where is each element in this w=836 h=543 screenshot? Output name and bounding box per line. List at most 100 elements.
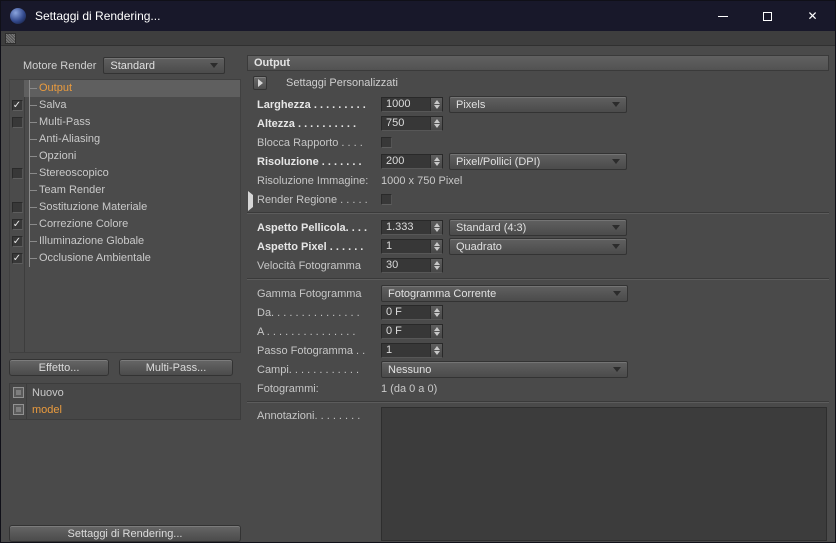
enable-checkbox-cell[interactable] — [10, 199, 24, 216]
chevron-down-icon — [612, 225, 620, 230]
frames-value: 1 (da 0 a 0) — [381, 382, 438, 395]
frame-step-stepper[interactable] — [430, 344, 442, 357]
enable-checkbox[interactable]: ✓ — [11, 219, 23, 230]
frame-step-input[interactable]: 1 — [381, 343, 443, 358]
sidebar-item-label: Team Render — [39, 184, 106, 196]
effect-button[interactable]: Effetto... — [9, 359, 109, 376]
sidebar-item-team-render[interactable]: Team Render — [10, 182, 240, 199]
enable-checkbox-cell[interactable]: ✓ — [10, 97, 24, 114]
width-unit-dropdown[interactable]: Pixels — [449, 96, 627, 113]
enable-checkbox-cell — [10, 182, 24, 199]
enable-checkbox[interactable]: ✓ — [11, 100, 23, 111]
enable-checkbox[interactable] — [11, 117, 23, 128]
render-preset-list: Nuovo model — [9, 383, 241, 420]
separator — [247, 212, 829, 214]
pixel-aspect-stepper[interactable] — [430, 240, 442, 253]
close-button[interactable]: ✕ — [790, 1, 835, 31]
preset-item-nuovo[interactable]: Nuovo — [10, 384, 240, 401]
frame-step-label: Passo Fotogramma . . — [257, 344, 366, 357]
field-resolution: Risoluzione . . . . . . . 200 Pixel/Pollic… — [247, 152, 829, 171]
sidebar-item-illuminazione-globale[interactable]: ✓ Illuminazione Globale — [10, 233, 240, 250]
arrow-up-icon — [433, 223, 440, 227]
sidebar-item-stereoscopico[interactable]: Stereoscopico — [10, 165, 240, 182]
sidebar-item-occlusione-ambientale[interactable]: ✓ Occlusione Ambientale — [10, 250, 240, 267]
width-stepper[interactable] — [430, 98, 442, 111]
enable-checkbox-cell[interactable] — [10, 114, 24, 131]
width-input[interactable]: 1000 — [381, 97, 443, 112]
render-engine-dropdown[interactable]: Standard — [103, 57, 226, 74]
minimize-button[interactable] — [700, 1, 745, 31]
pixel-aspect-unit-dropdown[interactable]: Quadrato — [449, 238, 627, 255]
sidebar-item-label: Salva — [39, 99, 67, 111]
annotations-textarea[interactable] — [381, 407, 827, 541]
from-frame-stepper[interactable] — [430, 306, 442, 319]
to-frame-input[interactable]: 0 F — [381, 324, 443, 339]
field-frame-rate: Velocità Fotogramma 30 — [247, 256, 829, 275]
window-grip-icon[interactable] — [5, 33, 16, 44]
film-aspect-unit-dropdown[interactable]: Standard (4:3) — [449, 219, 627, 236]
film-aspect-stepper[interactable] — [430, 221, 442, 234]
resolution-stepper[interactable] — [430, 155, 442, 168]
sidebar-item-anti-aliasing[interactable]: Anti-Aliasing — [10, 131, 240, 148]
enable-checkbox[interactable] — [11, 168, 23, 179]
resolution-label: Risoluzione . . . . . . . — [257, 155, 362, 168]
custom-settings-expander-button[interactable] — [253, 76, 267, 90]
render-region-expander-button[interactable] — [248, 191, 253, 211]
custom-settings-row: Settaggi Personalizzati — [253, 76, 398, 90]
preset-item-model[interactable]: model — [10, 401, 240, 418]
sidebar-item-label: Correzione Colore — [39, 218, 129, 230]
arrow-up-icon — [433, 346, 440, 350]
height-stepper[interactable] — [430, 117, 442, 130]
enable-checkbox-cell[interactable]: ✓ — [10, 216, 24, 233]
sidebar-item-salva[interactable]: ✓ Salva — [10, 97, 240, 114]
chevron-down-icon — [612, 244, 620, 249]
render-settings-button[interactable]: Settaggi di Rendering... — [9, 525, 241, 542]
sidebar-item-opzioni[interactable]: Opzioni — [10, 148, 240, 165]
to-frame-label: A . . . . . . . . . . . . . . . — [257, 325, 356, 338]
enable-checkbox[interactable]: ✓ — [11, 253, 23, 264]
render-engine-label: Motore Render — [23, 59, 97, 72]
arrow-down-icon — [433, 124, 440, 128]
sidebar-item-correzione-colore[interactable]: ✓ Correzione Colore — [10, 216, 240, 233]
render-region-checkbox[interactable] — [381, 194, 392, 205]
pixel-aspect-input[interactable]: 1 — [381, 239, 443, 254]
frame-rate-input[interactable]: 30 — [381, 258, 443, 273]
preset-icon-cell — [10, 387, 26, 398]
fields-label: Campi. . . . . . . . . . . . — [257, 363, 360, 376]
sidebar-item-sostituzione-materiale[interactable]: Sostituzione Materiale — [10, 199, 240, 216]
pixel-aspect-label: Aspetto Pixel . . . . . . — [257, 240, 364, 253]
frame-range-dropdown[interactable]: Fotogramma Corrente — [381, 285, 628, 302]
render-engine-row: Motore Render Standard — [9, 57, 241, 74]
enable-checkbox-cell[interactable] — [10, 165, 24, 182]
resolution-unit-dropdown[interactable]: Pixel/Pollici (DPI) — [449, 153, 627, 170]
height-value: 750 — [386, 117, 405, 129]
multipass-button[interactable]: Multi-Pass... — [119, 359, 233, 376]
width-label: Larghezza . . . . . . . . . — [257, 98, 366, 111]
lock-ratio-checkbox[interactable] — [381, 137, 392, 148]
window-title: Settaggi di Rendering... — [35, 9, 161, 23]
frame-range-dropdown-value: Fotogramma Corrente — [388, 287, 497, 300]
enable-checkbox[interactable]: ✓ — [11, 236, 23, 247]
arrow-up-icon — [433, 242, 440, 246]
fields-dropdown[interactable]: Nessuno — [381, 361, 628, 378]
to-frame-stepper[interactable] — [430, 325, 442, 338]
resolution-input[interactable]: 200 — [381, 154, 443, 169]
from-frame-input[interactable]: 0 F — [381, 305, 443, 320]
height-input[interactable]: 750 — [381, 116, 443, 131]
sidebar-item-output[interactable]: Output — [10, 80, 240, 97]
enable-checkbox[interactable] — [11, 202, 23, 213]
fields-dropdown-value: Nessuno — [388, 363, 432, 376]
enable-checkbox-cell[interactable]: ✓ — [10, 250, 24, 267]
sidebar-item-label: Output — [39, 82, 73, 94]
maximize-button[interactable] — [745, 1, 790, 31]
film-aspect-input[interactable]: 1.333 — [381, 220, 443, 235]
lock-ratio-label: Blocca Rapporto . . . . — [257, 136, 363, 149]
arrow-up-icon — [433, 308, 440, 312]
titlebar[interactable]: Settaggi di Rendering... ✕ — [1, 1, 835, 31]
sidebar-item-label: Multi-Pass — [39, 116, 91, 128]
frame-range-label: Gamma Fotogramma — [257, 287, 362, 300]
enable-checkbox-cell[interactable]: ✓ — [10, 233, 24, 250]
chevron-down-icon — [613, 367, 621, 372]
sidebar-item-multi-pass[interactable]: Multi-Pass — [10, 114, 240, 131]
frame-rate-stepper[interactable] — [430, 259, 442, 272]
